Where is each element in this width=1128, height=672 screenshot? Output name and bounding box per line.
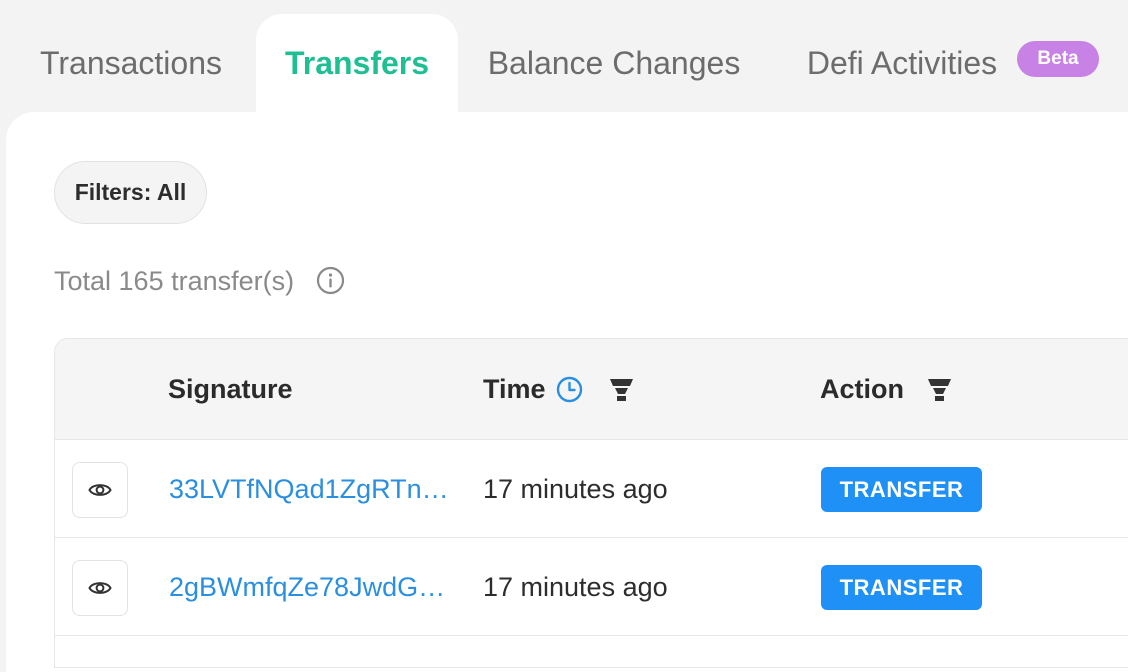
tab-bar: Transactions Transfers Balance Changes D… <box>0 0 1128 114</box>
action-badge: TRANSFER <box>821 467 982 512</box>
filters-button[interactable]: Filters: All <box>54 161 207 224</box>
column-header-signature: Signature <box>168 374 293 404</box>
eye-icon <box>88 582 112 594</box>
clock-icon[interactable] <box>556 376 583 403</box>
column-header-action: Action <box>820 374 904 404</box>
tab-transfers[interactable]: Transfers <box>256 14 458 114</box>
view-details-button[interactable] <box>72 462 128 518</box>
signature-link[interactable]: 2gBWmfqZe78JwdG… <box>169 538 449 636</box>
info-icon[interactable] <box>316 266 345 295</box>
total-transfers-text: Total 165 transfer(s) <box>54 266 295 296</box>
tab-transactions[interactable]: Transactions <box>14 14 248 114</box>
view-details-button[interactable] <box>72 560 128 616</box>
filter-icon[interactable] <box>609 377 634 402</box>
time-cell: 17 minutes ago <box>483 572 668 602</box>
table-row: 2gBWmfqZe78JwdG… 17 minutes ago TRANSFER <box>55 538 1128 636</box>
transfers-table: Signature Time Action 33LVTfNQad1ZgRTn… … <box>54 338 1128 668</box>
time-cell: 17 minutes ago <box>483 474 668 504</box>
table-row: 33LVTfNQad1ZgRTn… 17 minutes ago TRANSFE… <box>55 440 1128 538</box>
eye-icon <box>88 484 112 496</box>
tab-balance-changes[interactable]: Balance Changes <box>468 14 760 114</box>
filter-icon[interactable] <box>927 377 952 402</box>
column-header-time: Time <box>483 374 546 404</box>
signature-link[interactable]: 33LVTfNQad1ZgRTn… <box>169 440 449 538</box>
beta-badge: Beta <box>1017 41 1099 77</box>
tab-defi-activities[interactable]: Defi Activities <box>786 14 1018 114</box>
action-badge: TRANSFER <box>821 565 982 610</box>
table-header: Signature Time Action <box>55 339 1128 440</box>
